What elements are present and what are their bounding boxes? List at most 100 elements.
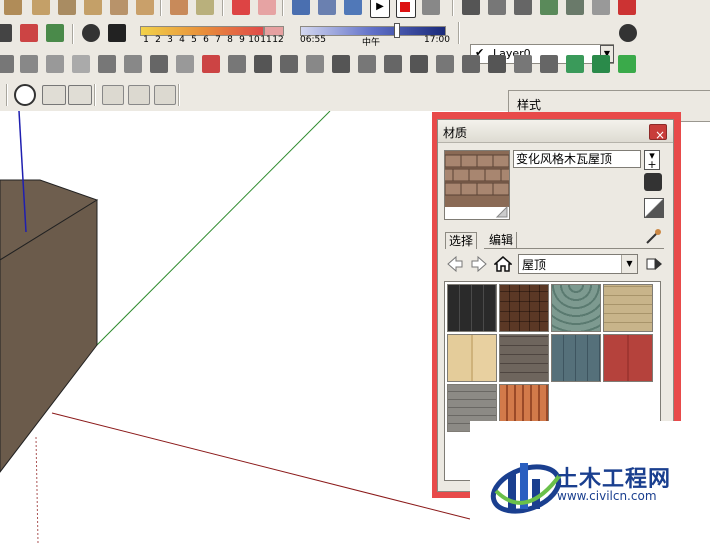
materials-title-bar[interactable]: 材质 ×: [438, 120, 673, 143]
style-backedges-icon[interactable]: [20, 55, 38, 73]
plugin-12-icon[interactable]: [540, 55, 558, 73]
plugin-15-icon[interactable]: [618, 55, 636, 73]
scene-prev-icon[interactable]: [318, 0, 336, 15]
material-swatch-red-metal[interactable]: [603, 334, 653, 382]
material-swatch-gray[interactable]: [499, 334, 549, 382]
paint-bucket-icon[interactable]: [232, 0, 250, 15]
material-swatch-blue-slate[interactable]: [551, 334, 601, 382]
material-swatch-tan[interactable]: [603, 284, 653, 332]
material-swatch-green-scallop[interactable]: [551, 284, 601, 332]
create-material-button[interactable]: ▾ +: [644, 150, 660, 170]
components-icon[interactable]: [46, 24, 64, 42]
style-shaded-icon[interactable]: [98, 55, 116, 73]
plugin-3-icon[interactable]: [306, 55, 324, 73]
style-hidden-icon[interactable]: [72, 55, 90, 73]
shadow-settings-icon[interactable]: [82, 24, 100, 42]
teapot-settings-icon[interactable]: [68, 85, 92, 105]
offset-icon[interactable]: [228, 55, 246, 73]
eraser-icon[interactable]: [258, 0, 276, 15]
plugin-7-icon[interactable]: [410, 55, 428, 73]
flip-edge-icon[interactable]: [618, 0, 636, 15]
teapot-icon[interactable]: [42, 85, 66, 105]
sandbox-icon[interactable]: [462, 0, 480, 15]
plugin-2-icon[interactable]: [280, 55, 298, 73]
dimension-icon[interactable]: [84, 0, 102, 15]
stamp-icon[interactable]: [540, 0, 558, 15]
close-icon: ×: [655, 128, 666, 142]
material-swatch-slate[interactable]: [447, 284, 497, 332]
plugin-6-icon[interactable]: [384, 55, 402, 73]
axes-icon[interactable]: [58, 0, 76, 15]
protractor-icon[interactable]: [32, 0, 50, 15]
style-xray-icon[interactable]: [0, 55, 14, 73]
plugin-1-icon[interactable]: [254, 55, 272, 73]
style-wireframe-icon[interactable]: [46, 55, 64, 73]
month-tick: 7: [215, 35, 221, 45]
close-button[interactable]: ×: [649, 124, 667, 142]
toolbar-row-1: ▶: [0, 0, 710, 20]
month-tick: 5: [191, 35, 197, 45]
plugin-14-icon[interactable]: [592, 55, 610, 73]
sample-paint-icon[interactable]: [644, 173, 662, 191]
month-tick: 8: [227, 35, 233, 45]
material-swatch-wood-shingle[interactable]: [499, 284, 549, 332]
plugin-11-icon[interactable]: [514, 55, 532, 73]
vray-icon[interactable]: [14, 84, 36, 106]
tab-underline: [484, 248, 664, 249]
styles-window-title: 样式: [517, 98, 542, 112]
material-name-input[interactable]: 变化风格木瓦屋顶: [513, 150, 641, 168]
render-window-icon[interactable]: [128, 85, 150, 105]
plugin-10-icon[interactable]: [488, 55, 506, 73]
tape-icon[interactable]: [4, 0, 22, 15]
smoove-icon[interactable]: [514, 0, 532, 15]
tab-select[interactable]: 选择: [445, 232, 478, 249]
position-camera-icon[interactable]: [196, 0, 214, 15]
add-detail-icon[interactable]: [592, 0, 610, 15]
plugin-4-icon[interactable]: [332, 55, 350, 73]
forward-arrow-icon[interactable]: [470, 255, 488, 273]
time-mid-label: 中午: [362, 38, 381, 48]
plugin-13-icon[interactable]: [566, 55, 584, 73]
follow-me-icon[interactable]: [202, 55, 220, 73]
plugin-8-icon[interactable]: [436, 55, 454, 73]
eyedropper-icon[interactable]: [644, 228, 662, 246]
month-tick: 4: [179, 35, 185, 45]
style-textured-icon[interactable]: [124, 55, 142, 73]
green-axis: [96, 111, 331, 346]
home-icon[interactable]: [493, 255, 513, 273]
play-icon[interactable]: ▶: [370, 0, 390, 18]
plugin-9-icon[interactable]: [462, 55, 480, 73]
scene-next-icon[interactable]: [344, 0, 362, 15]
drape-icon[interactable]: [566, 0, 584, 15]
time-end-label: 17:00: [424, 35, 450, 45]
layer-manager-icon[interactable]: [619, 24, 637, 42]
record-icon[interactable]: [422, 0, 440, 15]
display-shadows-icon[interactable]: [108, 24, 126, 42]
month-tick: 6: [203, 35, 209, 45]
sandbox-scratch-icon[interactable]: [488, 0, 506, 15]
plugin-5-icon[interactable]: [358, 55, 376, 73]
style-monochrome-icon[interactable]: [150, 55, 168, 73]
material-preview[interactable]: [438, 150, 518, 220]
chevron-down-icon[interactable]: ▼: [621, 255, 637, 273]
frame-buffer-icon[interactable]: [102, 85, 124, 105]
time-slider-thumb[interactable]: [394, 23, 400, 38]
text-icon[interactable]: [110, 0, 128, 15]
model-info-icon[interactable]: [20, 24, 38, 42]
stop-icon[interactable]: [396, 0, 416, 18]
section-icon[interactable]: [136, 0, 154, 15]
walk-icon[interactable]: [170, 0, 188, 15]
lock-icon[interactable]: [154, 85, 176, 105]
details-arrow-icon[interactable]: [646, 255, 664, 273]
material-swatch-sandstone[interactable]: [447, 334, 497, 382]
arrow-icon[interactable]: [0, 24, 12, 42]
back-arrow-icon[interactable]: [446, 255, 464, 273]
tab-edit[interactable]: 编辑: [486, 232, 518, 248]
month-tick: 12: [272, 35, 284, 45]
scene-icon[interactable]: [292, 0, 310, 15]
collection-dropdown[interactable]: 屋顶 ▼: [518, 254, 638, 274]
push-pull-icon[interactable]: [176, 55, 194, 73]
collection-value: 屋顶: [522, 258, 547, 272]
toolbar-row-2: 1 2 3 4 5 6 7 8 9 10 11 12 06:55 中午 17:0…: [0, 20, 710, 64]
default-material-icon[interactable]: [644, 198, 664, 218]
